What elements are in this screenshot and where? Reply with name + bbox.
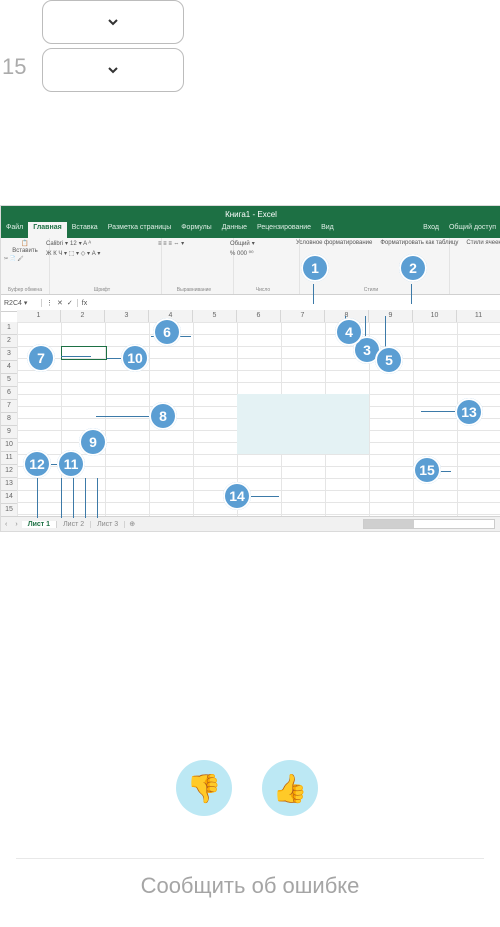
col-header[interactable]: 10	[413, 310, 457, 322]
font-style-controls[interactable]: Ж К Ч ▾ ⬚ ▾ ◇ ▾ А ▾	[46, 250, 100, 257]
col-header[interactable]: 1	[17, 310, 61, 322]
callout-7: 7	[27, 344, 55, 372]
row-header[interactable]: 5	[1, 374, 17, 387]
callout-10: 10	[121, 344, 149, 372]
horizontal-scrollbar[interactable]	[363, 519, 495, 529]
col-header[interactable]: 5	[193, 310, 237, 322]
dropdown-2[interactable]	[42, 48, 184, 92]
number-format[interactable]: Общий	[230, 241, 250, 247]
tab-signin[interactable]: Вход	[418, 222, 444, 238]
tab-home[interactable]: Главная	[28, 222, 66, 238]
excel-titlebar: Книга1 - Excel	[1, 206, 500, 222]
row-header[interactable]: 14	[1, 491, 17, 504]
feedback-dislike[interactable]: 👎	[176, 760, 232, 816]
row-header[interactable]: 4	[1, 361, 17, 374]
row-header[interactable]: 7	[1, 400, 17, 413]
sheet-nav-left[interactable]: ‹	[1, 521, 11, 528]
callout-5: 5	[375, 346, 403, 374]
conditional-formatting[interactable]: Условное форматирование	[296, 240, 372, 246]
fx-label: fx	[78, 300, 91, 307]
tab-view[interactable]: Вид	[316, 222, 339, 238]
row-header[interactable]: 12	[1, 465, 17, 478]
callout-8: 8	[149, 402, 177, 430]
ribbon-group-styles: Стили	[293, 287, 449, 293]
row-header[interactable]: 11	[1, 452, 17, 465]
name-box[interactable]: R2C4▾	[1, 299, 42, 307]
callout-11: 11	[57, 450, 85, 478]
range-selection	[237, 394, 369, 454]
alignment-controls[interactable]: ≡ ≡ ≡ ⇔ ▾	[158, 240, 184, 247]
chevron-down-icon	[105, 62, 121, 78]
callout-14: 14	[223, 482, 251, 510]
tab-share[interactable]: Общий доступ	[444, 222, 500, 238]
font-size[interactable]: 12	[70, 241, 77, 247]
row-header[interactable]: 2	[1, 335, 17, 348]
callout-9: 9	[79, 428, 107, 456]
active-cell	[61, 346, 107, 360]
col-header[interactable]: 2	[61, 310, 105, 322]
tab-layout[interactable]: Разметка страницы	[103, 222, 177, 238]
callout-13: 13	[455, 398, 483, 426]
row-headers[interactable]: 1 2 3 4 5 6 7 8 9 10 11 12 13 14 15 16	[1, 322, 18, 517]
row-header[interactable]: 10	[1, 439, 17, 452]
ribbon-tabs: Файл Главная Вставка Разметка страницы Ф…	[1, 222, 500, 238]
tab-file[interactable]: Файл	[1, 222, 28, 238]
row-header[interactable]: 8	[1, 413, 17, 426]
sheet-tab-bar: ‹ › Лист 1 Лист 2 Лист 3 ⊕	[1, 516, 500, 531]
col-header[interactable]: 6	[237, 310, 281, 322]
ribbon-group-clipboard: Буфер обмена	[1, 287, 49, 293]
formula-controls[interactable]: ⋮✕✓	[42, 299, 78, 307]
dropdown-1[interactable]	[42, 0, 184, 44]
callout-2: 2	[399, 254, 427, 282]
excel-screenshot: Книга1 - Excel Файл Главная Вставка Разм…	[0, 205, 500, 532]
row-header[interactable]: 13	[1, 478, 17, 491]
callout-4: 4	[335, 318, 363, 346]
thumb-up-icon: 👍	[273, 772, 308, 805]
tab-insert[interactable]: Вставка	[67, 222, 103, 238]
row-header[interactable]: 3	[1, 348, 17, 361]
report-error-link[interactable]: Сообщить об ошибке	[0, 873, 500, 899]
chevron-down-icon	[105, 14, 121, 30]
tab-formulas[interactable]: Формулы	[176, 222, 216, 238]
ribbon-group-font: Шрифт	[43, 287, 161, 293]
col-header[interactable]: 3	[105, 310, 149, 322]
row-header[interactable]: 6	[1, 387, 17, 400]
sheet-add[interactable]: ⊕	[125, 520, 139, 528]
format-as-table[interactable]: Форматировать как таблицу	[380, 240, 458, 246]
row-header[interactable]: 1	[1, 322, 17, 335]
row-header[interactable]: 9	[1, 426, 17, 439]
worksheet[interactable]: 1 2 3 4 5 6 7 8 9 10 11 1 2 3 4 5 6 7 8	[1, 310, 500, 517]
col-header[interactable]: 11	[457, 310, 500, 322]
ribbon-group-alignment: Выравнивание	[155, 287, 233, 293]
callout-15: 15	[413, 456, 441, 484]
thumb-down-icon: 👎	[187, 772, 222, 805]
callout-1: 1	[301, 254, 329, 282]
ribbon-group-number: Число	[227, 287, 299, 293]
cell-styles[interactable]: Стили ячеек	[466, 240, 500, 246]
paste-button[interactable]: Вставить	[12, 248, 37, 254]
divider	[16, 858, 484, 859]
cells-grid[interactable]	[17, 322, 500, 517]
tab-data[interactable]: Данные	[217, 222, 252, 238]
sheet-tab[interactable]: Лист 1	[22, 521, 57, 528]
number-controls[interactable]: % 000 ⁰⁰	[230, 250, 254, 257]
font-name[interactable]: Calibri	[46, 241, 63, 247]
tab-review[interactable]: Рецензирование	[252, 222, 316, 238]
feedback-like[interactable]: 👍	[262, 760, 318, 816]
callout-6: 6	[153, 318, 181, 346]
sheet-tab[interactable]: Лист 2	[57, 521, 91, 528]
col-header[interactable]: 7	[281, 310, 325, 322]
sheet-tab[interactable]: Лист 3	[91, 521, 125, 528]
dropdown-2-label: 15	[2, 54, 26, 80]
col-header[interactable]: 9	[369, 310, 413, 322]
callout-12: 12	[23, 450, 51, 478]
sheet-nav-right[interactable]: ›	[11, 521, 21, 528]
